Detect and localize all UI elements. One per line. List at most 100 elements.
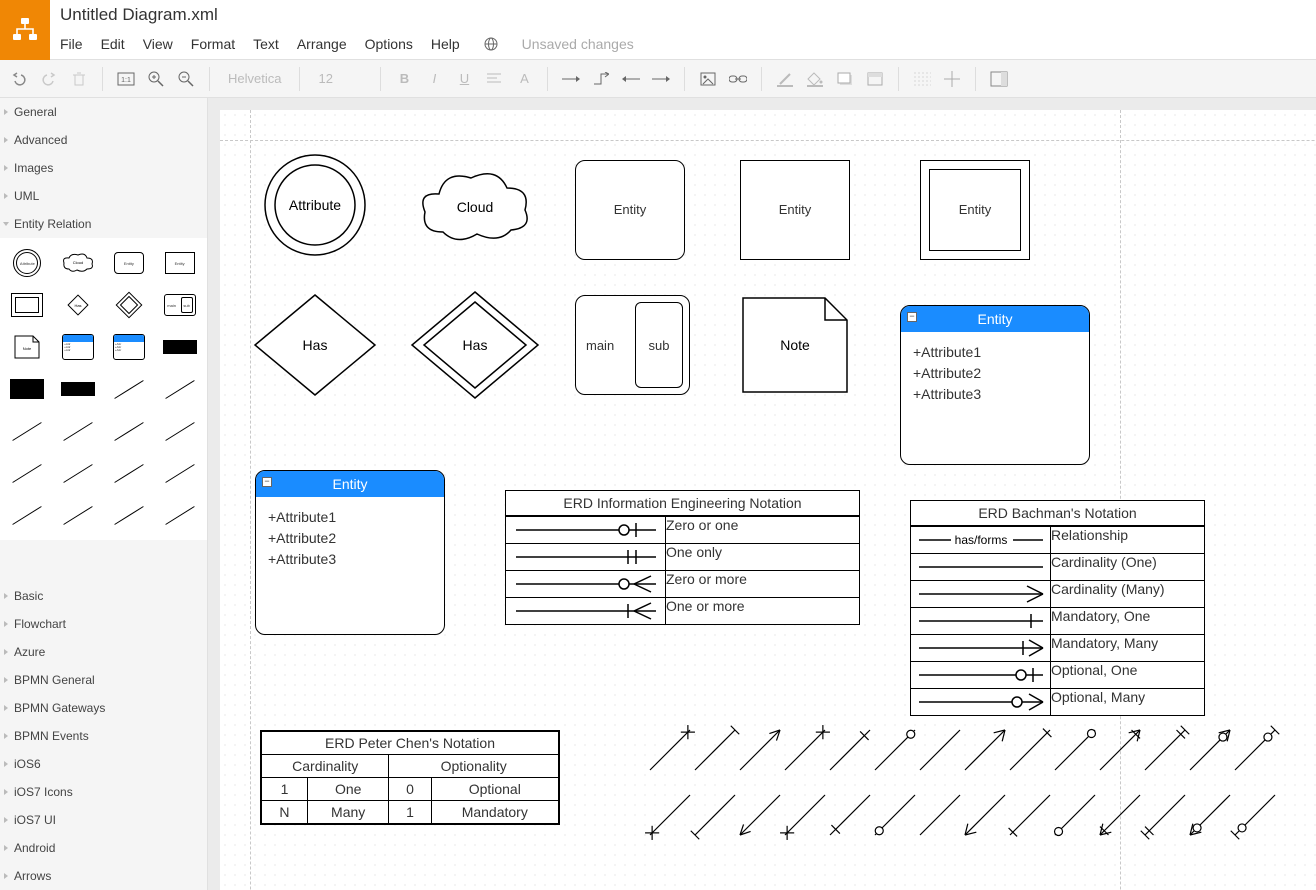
thumb-conn-12[interactable]: [55, 496, 102, 534]
thumb-entity-square[interactable]: Entity: [156, 244, 203, 282]
menu-edit[interactable]: Edit: [101, 36, 125, 52]
grid-cross-button[interactable]: [939, 66, 965, 92]
palette-ios6[interactable]: iOS6: [0, 750, 207, 778]
thumb-conn-2[interactable]: [156, 370, 203, 408]
undo-button[interactable]: [6, 66, 32, 92]
grid-dots-button[interactable]: [909, 66, 935, 92]
menu-help[interactable]: Help: [431, 36, 460, 52]
container-button[interactable]: [862, 66, 888, 92]
thumb-entity-rounded[interactable]: Entity: [106, 244, 153, 282]
menu-file[interactable]: File: [60, 36, 83, 52]
canvas-viewport[interactable]: Attribute Cloud Entity Entity Entity: [208, 98, 1316, 890]
thumb-cloud[interactable]: Cloud: [55, 244, 102, 282]
connection-straight-icon[interactable]: [558, 66, 584, 92]
thumb-conn-3[interactable]: [4, 412, 51, 450]
menu-format[interactable]: Format: [191, 36, 235, 52]
thumb-conn-5[interactable]: [106, 412, 153, 450]
app-logo[interactable]: [0, 0, 50, 60]
palette-uml[interactable]: UML: [0, 182, 207, 210]
table-bachman-notation[interactable]: ERD Bachman's Notation has/forms Relatio…: [910, 500, 1205, 716]
line-start-button[interactable]: [618, 66, 644, 92]
shape-entity-attrs-1[interactable]: −Entity +Attribute1 +Attribute2 +Attribu…: [900, 305, 1090, 465]
thumb-entity-attrs-blue[interactable]: +Attr+Attr+Attr: [55, 328, 102, 366]
thumb-conn-9[interactable]: [106, 454, 153, 492]
palette-bpmn-gateways[interactable]: BPMN Gateways: [0, 694, 207, 722]
shadow-button[interactable]: [832, 66, 858, 92]
thumb-conn-13[interactable]: [106, 496, 153, 534]
shape-has[interactable]: Has: [250, 290, 380, 400]
thumb-main-sub[interactable]: mainsub: [156, 286, 203, 324]
collapse-icon[interactable]: −: [907, 312, 917, 322]
shape-attribute[interactable]: Attribute: [260, 150, 370, 260]
waypoint-button[interactable]: [588, 66, 614, 92]
palette-azure[interactable]: Azure: [0, 638, 207, 666]
document-title[interactable]: Untitled Diagram.xml: [60, 5, 1306, 25]
shape-has-double[interactable]: Has: [410, 290, 540, 400]
palette-android[interactable]: Android: [0, 834, 207, 862]
palette-ios7-ui[interactable]: iOS7 UI: [0, 806, 207, 834]
thumb-conn-6[interactable]: [156, 412, 203, 450]
palette-bpmn-events[interactable]: BPMN Events: [0, 722, 207, 750]
fill-color-button[interactable]: [802, 66, 828, 92]
shape-entity-square[interactable]: Entity: [740, 160, 850, 260]
thumb-entity-double[interactable]: [4, 286, 51, 324]
canvas-page[interactable]: Attribute Cloud Entity Entity Entity: [220, 110, 1316, 890]
redo-button[interactable]: [36, 66, 62, 92]
bold-button[interactable]: B: [391, 66, 417, 92]
palette-advanced[interactable]: Advanced: [0, 126, 207, 154]
shape-main-sub[interactable]: main sub: [575, 295, 690, 395]
align-button[interactable]: [481, 66, 507, 92]
shape-note[interactable]: Note: [740, 295, 850, 395]
thumb-note[interactable]: Note: [4, 328, 51, 366]
menu-view[interactable]: View: [143, 36, 173, 52]
thumb-conn-7[interactable]: [4, 454, 51, 492]
zoom-out-button[interactable]: [173, 66, 199, 92]
zoom-in-button[interactable]: [143, 66, 169, 92]
insert-image-button[interactable]: [695, 66, 721, 92]
palette-entity-relation[interactable]: Entity Relation: [0, 210, 207, 238]
palette-basic[interactable]: Basic: [0, 582, 207, 610]
font-color-button[interactable]: A: [511, 66, 537, 92]
thumb-conn-11[interactable]: [4, 496, 51, 534]
table-ie-notation[interactable]: ERD Information Engineering Notation Zer…: [505, 490, 860, 625]
thumb-conn-8[interactable]: [55, 454, 102, 492]
italic-button[interactable]: I: [421, 66, 447, 92]
menu-arrange[interactable]: Arrange: [297, 36, 347, 52]
collapse-icon[interactable]: −: [262, 477, 272, 487]
line-color-button[interactable]: [772, 66, 798, 92]
thumb-conn-4[interactable]: [55, 412, 102, 450]
palette-general[interactable]: General: [0, 98, 207, 126]
underline-button[interactable]: U: [451, 66, 477, 92]
thumb-has-double-diamond[interactable]: [106, 286, 153, 324]
palette-arrows[interactable]: Arrows: [0, 862, 207, 890]
format-panel-button[interactable]: [986, 66, 1012, 92]
menu-text[interactable]: Text: [253, 36, 279, 52]
connectors-row[interactable]: [640, 724, 1280, 844]
palette-bpmn-general[interactable]: BPMN General: [0, 666, 207, 694]
thumb-table-ie[interactable]: [156, 328, 203, 366]
language-icon[interactable]: [478, 31, 504, 57]
shape-entity-attrs-2[interactable]: −Entity +Attribute1 +Attribute2 +Attribu…: [255, 470, 445, 635]
insert-link-button[interactable]: [725, 66, 751, 92]
thumb-has-diamond[interactable]: Has: [55, 286, 102, 324]
thumb-table-chen[interactable]: [55, 370, 102, 408]
menu-options[interactable]: Options: [365, 36, 413, 52]
shape-cloud[interactable]: Cloud: [415, 160, 535, 250]
thumb-conn-10[interactable]: [156, 454, 203, 492]
delete-button[interactable]: [66, 66, 92, 92]
thumb-table-bachman[interactable]: [4, 370, 51, 408]
font-family-select[interactable]: Helvetica: [220, 71, 289, 86]
thumb-entity-attrs-blue2[interactable]: +Attr+Attr+Attr: [106, 328, 153, 366]
shape-entity-double[interactable]: Entity: [920, 160, 1030, 260]
zoom-actual-button[interactable]: 1:1: [113, 66, 139, 92]
thumb-conn-14[interactable]: [156, 496, 203, 534]
font-size-input[interactable]: 12: [310, 71, 370, 86]
table-chen-notation[interactable]: ERD Peter Chen's Notation CardinalityOpt…: [260, 730, 560, 825]
palette-flowchart[interactable]: Flowchart: [0, 610, 207, 638]
shape-entity-rounded[interactable]: Entity: [575, 160, 685, 260]
palette-images[interactable]: Images: [0, 154, 207, 182]
palette-ios7-icons[interactable]: iOS7 Icons: [0, 778, 207, 806]
thumb-conn-1[interactable]: [106, 370, 153, 408]
line-end-button[interactable]: [648, 66, 674, 92]
thumb-attribute[interactable]: Attribute: [4, 244, 51, 282]
